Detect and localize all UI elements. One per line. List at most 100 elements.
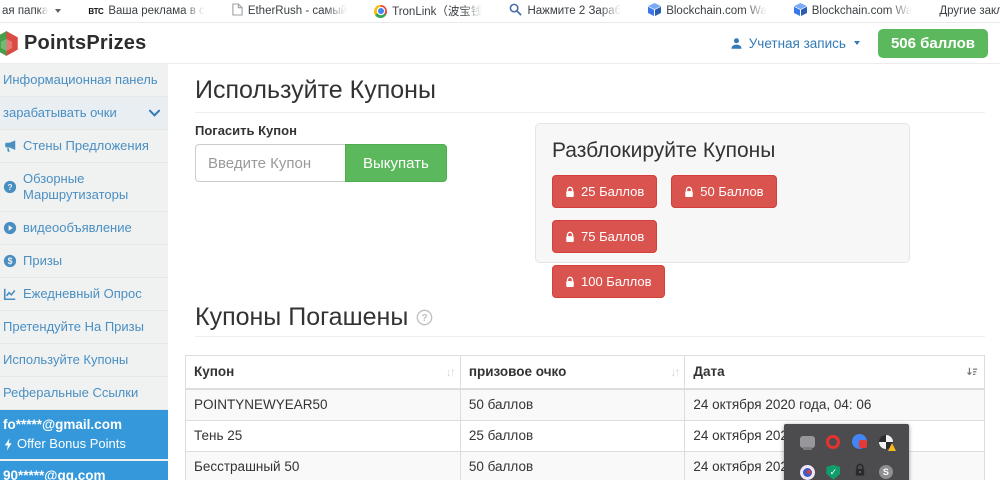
sidebar-item-label: Претендуйте На Призы bbox=[3, 319, 144, 335]
unlock-coupons-panel: Разблокируйте Купоны 25 Баллов 50 Баллов… bbox=[535, 123, 910, 263]
play-circle-icon bbox=[3, 221, 17, 235]
sidebar-item-label: видеообъявление bbox=[23, 220, 132, 236]
notification-email: fo*****@gmail.com bbox=[3, 417, 160, 433]
notification-bonus-1[interactable]: fo*****@gmail.com Offer Bonus Points bbox=[0, 410, 168, 459]
column-header-date[interactable]: Дата bbox=[685, 356, 985, 390]
site-header: PointsPrizes Учетная запись 506 баллов bbox=[0, 23, 1000, 64]
caret-down-icon bbox=[854, 41, 860, 45]
brand-logo[interactable]: PointsPrizes bbox=[0, 30, 146, 57]
system-tray-popup: ✓ S bbox=[784, 424, 909, 480]
cell-points: 25 баллов bbox=[460, 421, 685, 452]
bookmark-label: Нажмите 2 Зараб bbox=[527, 5, 621, 17]
pointsprizes-hexagon-icon bbox=[0, 30, 20, 57]
help-icon[interactable]: ? bbox=[416, 309, 433, 326]
tray-opera-icon[interactable] bbox=[826, 435, 840, 449]
tronlink-favicon-icon bbox=[374, 5, 387, 18]
sidebar: Информационная панель зарабатывать очки … bbox=[0, 64, 168, 480]
megaphone-icon bbox=[3, 139, 17, 153]
cell-coupon: POINTYNEWYEAR50 bbox=[186, 389, 461, 421]
cell-points: 50 баллов bbox=[460, 389, 685, 421]
tray-shield-warning-icon[interactable] bbox=[879, 435, 893, 449]
sort-icon: ↓↑ bbox=[670, 364, 678, 380]
bookmark-label: Blockchain.com Wa bbox=[666, 5, 767, 17]
blockchain-cube-icon bbox=[648, 3, 661, 19]
tray-lock-icon[interactable] bbox=[854, 463, 866, 480]
lock-icon bbox=[565, 186, 575, 198]
sidebar-item-claim-prizes[interactable]: Претендуйте На Призы bbox=[0, 311, 168, 344]
bookmark-label: TronLink（波宝钱 bbox=[392, 3, 482, 19]
tray-shield-check-icon[interactable]: ✓ bbox=[826, 465, 840, 480]
redeemed-title: Купоны Погашены bbox=[195, 303, 408, 331]
column-header-coupon[interactable]: Купон ↓↑ bbox=[186, 356, 461, 390]
lock-icon bbox=[684, 186, 694, 198]
dollar-coin-icon: $ bbox=[3, 254, 17, 268]
table-row: POINTYNEWYEAR50 50 баллов 24 октября 202… bbox=[186, 389, 985, 421]
bookmark-item[interactable]: Нажмите 2 Зараб bbox=[509, 3, 621, 19]
unlock-title: Разблокируйте Купоны bbox=[552, 139, 893, 163]
redeem-form: Погасить Купон Выкупать bbox=[185, 123, 535, 182]
magnifier-icon bbox=[509, 3, 522, 19]
page-title: Используйте Купоны bbox=[195, 76, 985, 113]
bookmark-item[interactable]: EtherRush - самый bbox=[232, 3, 347, 19]
page-icon bbox=[232, 3, 243, 19]
bookmark-label: Blockchain.com Wa bbox=[812, 5, 913, 17]
notification-text: Offer Bonus Points bbox=[17, 436, 126, 452]
bookmark-label: ая папка bbox=[2, 5, 48, 17]
sidebar-item-label: Используйте Купоны bbox=[3, 352, 128, 368]
main-content: Используйте Купоны Погасить Купон Выкупа… bbox=[168, 64, 1000, 480]
tray-media-player-icon[interactable] bbox=[800, 465, 815, 480]
bookmark-folder[interactable]: ая папка bbox=[2, 5, 61, 17]
unlock-25-button[interactable]: 25 Баллов bbox=[552, 175, 657, 208]
sidebar-item-label: зарабатывать очки bbox=[3, 105, 117, 121]
unlock-50-button[interactable]: 50 Баллов bbox=[671, 175, 776, 208]
sidebar-item-prizes[interactable]: $ Призы bbox=[0, 245, 168, 278]
notification-email: 90*****@qq.com bbox=[3, 468, 160, 480]
bookmark-item[interactable]: Blockchain.com Wa bbox=[648, 3, 767, 19]
sidebar-item-label: Реферальные Ссылки bbox=[3, 385, 138, 401]
account-menu[interactable]: Учетная запись bbox=[730, 36, 860, 51]
points-badge[interactable]: 506 баллов bbox=[878, 29, 988, 58]
redeem-button[interactable]: Выкупать bbox=[345, 144, 447, 182]
cell-coupon: Тень 25 bbox=[186, 421, 461, 452]
question-circle-icon: ? bbox=[3, 180, 17, 194]
column-header-points[interactable]: призовое очко ↓↑ bbox=[460, 356, 685, 390]
sidebar-item-daily-poll[interactable]: Ежедневный Опрос bbox=[0, 278, 168, 311]
sidebar-item-survey-routers[interactable]: ? Обзорные Маршрутизаторы bbox=[0, 163, 168, 212]
btc-icon: BTC bbox=[88, 7, 103, 16]
sidebar-item-use-coupons[interactable]: Используйте Купоны bbox=[0, 344, 168, 377]
lock-icon bbox=[565, 276, 575, 288]
sidebar-item-referral-links[interactable]: Реферальные Ссылки bbox=[0, 377, 168, 410]
tray-display-icon[interactable] bbox=[800, 436, 815, 448]
svg-text:?: ? bbox=[422, 313, 428, 324]
unlock-100-button[interactable]: 100 Баллов bbox=[552, 265, 665, 298]
coupon-input[interactable] bbox=[195, 144, 345, 182]
tray-s-app-icon[interactable]: S bbox=[879, 465, 893, 479]
cell-coupon: Бесстрашный 50 bbox=[186, 452, 461, 480]
sidebar-item-label: Обзорные Маршрутизаторы bbox=[23, 171, 160, 203]
other-bookmarks-label: Другие закладки bbox=[939, 5, 1000, 17]
sidebar-item-video-ads[interactable]: видеообъявление bbox=[0, 212, 168, 245]
redeem-section: Погасить Купон Выкупать Разблокируйте Ку… bbox=[185, 123, 985, 263]
tray-app-icon[interactable] bbox=[852, 434, 867, 449]
sidebar-item-offer-walls[interactable]: Стены Предложения bbox=[0, 130, 168, 163]
sidebar-item-earn-points[interactable]: зарабатывать очки bbox=[0, 97, 168, 130]
lock-icon bbox=[565, 231, 575, 243]
page: ая папка BTC Ваша реклама в с EtherRush … bbox=[0, 0, 1000, 480]
other-bookmarks-button[interactable]: Другие закладки bbox=[939, 5, 1000, 17]
bookmark-item[interactable]: BTC Ваша реклама в с bbox=[88, 5, 204, 17]
brand-name: PointsPrizes bbox=[24, 32, 146, 55]
unlock-75-button[interactable]: 75 Баллов bbox=[552, 220, 657, 253]
sidebar-item-label: Ежедневный Опрос bbox=[23, 286, 142, 302]
person-icon bbox=[730, 37, 743, 50]
svg-text:$: $ bbox=[8, 256, 13, 266]
caret-down-icon bbox=[55, 9, 61, 13]
bookmark-label: EtherRush - самый bbox=[248, 5, 347, 17]
bookmark-item[interactable]: TronLink（波宝钱 bbox=[374, 3, 482, 19]
cell-date: 24 октября 2020 года, 04: 06 bbox=[685, 389, 985, 421]
sidebar-item-dashboard[interactable]: Информационная панель bbox=[0, 64, 168, 97]
account-label: Учетная запись bbox=[749, 36, 846, 51]
chevron-down-icon bbox=[149, 105, 160, 121]
bookmark-item[interactable]: Blockchain.com Wa bbox=[794, 3, 913, 19]
sidebar-item-label: Призы bbox=[23, 253, 62, 269]
notification-bonus-2[interactable]: 90*****@qq.com Offer Bonus Points bbox=[0, 461, 168, 480]
